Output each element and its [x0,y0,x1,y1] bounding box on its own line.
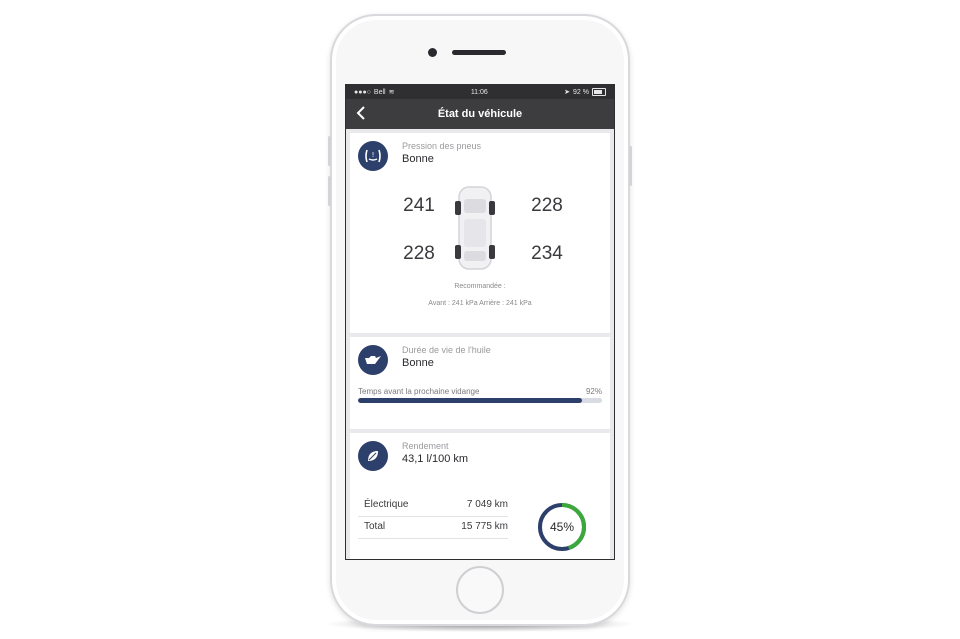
efficiency-row-label: Total [364,521,386,532]
car-top-view-icon [455,186,495,270]
home-button[interactable] [456,566,504,614]
efficiency-row-electric: Électrique 7 049 km [358,495,508,517]
tire-front-right: 228 [531,195,563,216]
tire-rear-left: 228 [403,243,435,264]
page-title: État du véhicule [437,108,523,120]
battery-percent: 92 % [573,88,589,96]
svg-text:!: ! [372,151,375,159]
tire-pressure-status: Bonne [402,153,434,165]
efficiency-row-value: 15 775 km [461,521,508,532]
status-time: 11:06 [470,88,488,96]
oil-progress-label: Temps avant la prochaine vidange [358,387,480,396]
status-bar: ●●●○ Bell ≋ 11:06 ➤ 92 % [346,85,614,99]
efficiency-value: 43,1 l/100 km [402,453,469,465]
oil-progress-percent: 92% [585,387,602,396]
efficiency-row-total: Total 15 775 km [358,517,508,539]
oil-can-icon [358,345,388,375]
tire-pressure-label: Pression des pneus [402,141,482,151]
oil-life-card[interactable]: Durée de vie de l'huile Bonne Temps avan… [350,337,610,429]
tire-pressure-icon: ! [358,141,388,171]
carrier-name: Bell [373,88,386,96]
efficiency-row-label: Électrique [364,499,409,510]
volume-down-button [328,176,331,206]
efficiency-label: Rendement [402,441,449,451]
tire-rear-right: 234 [531,243,563,264]
chevron-left-icon[interactable] [356,106,366,120]
signal-icon: ●●●○ [354,88,371,96]
tire-front-left: 241 [403,195,435,216]
oil-life-status: Bonne [402,357,434,369]
nav-bar: État du véhicule [346,99,614,129]
efficiency-card[interactable]: Rendement 43,1 l/100 km Électrique 7 049… [350,433,610,559]
leaf-icon [358,441,388,471]
volume-up-button [328,136,331,166]
wifi-icon: ≋ [388,89,395,96]
location-icon: ➤ [564,89,571,96]
oil-progress-bar [358,398,602,403]
electric-share-percent: 45% [549,520,575,534]
oil-progress-fill [358,398,583,403]
front-camera [428,48,437,57]
recommended-values: Avant : 241 kPa Arrière : 241 kPa [428,300,532,307]
phone-frame: ●●●○ Bell ≋ 11:06 ➤ 92 % État du véhicul… [328,14,632,626]
power-button [629,146,632,186]
phone-screen: ●●●○ Bell ≋ 11:06 ➤ 92 % État du véhicul… [345,84,615,560]
efficiency-row-value: 7 049 km [466,499,508,510]
oil-life-label: Durée de vie de l'huile [402,345,491,355]
earpiece-speaker [452,50,506,55]
battery-icon [591,88,606,96]
tire-pressure-card[interactable]: ! Pression des pneus Bonne 241 228 228 2… [350,133,610,333]
